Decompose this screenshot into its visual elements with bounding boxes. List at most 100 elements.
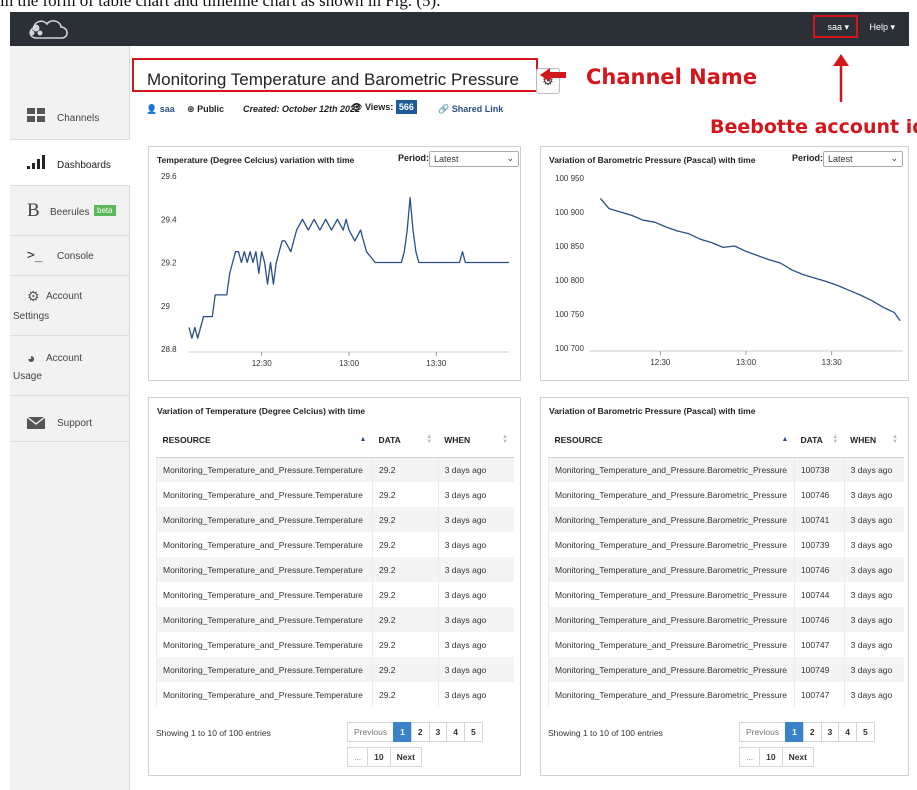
table-row: Monitoring_Temperature_and_Pressure.Temp… xyxy=(156,482,514,507)
data-cell: 100741 xyxy=(793,507,845,532)
pager-next[interactable]: Next xyxy=(389,747,422,767)
sidebar-item-label: Beerules xyxy=(50,207,90,218)
link-icon: 🔗 xyxy=(438,104,450,114)
sidebar-item-account-usage[interactable]: ◕ Account Usage xyxy=(10,336,130,396)
pager-page[interactable]: 1 xyxy=(393,722,412,742)
when-cell: 3 days ago xyxy=(437,632,514,657)
table-row: Monitoring_Temperature_and_Pressure.Temp… xyxy=(156,682,514,707)
when-cell: 3 days ago xyxy=(437,532,514,557)
sidebar-item-account-settings[interactable]: ⚙ Account Settings xyxy=(10,276,130,336)
column-data[interactable]: DATA ▲ ▼ xyxy=(794,423,845,458)
channel-views: 👁 Views: 566 xyxy=(351,100,417,114)
column-data[interactable]: DATA ▲ ▼ xyxy=(372,423,439,458)
pager-page[interactable]: 1 xyxy=(785,722,804,742)
pager-page[interactable]: 5 xyxy=(856,722,875,742)
data-cell: 100739 xyxy=(793,532,845,557)
table-title: Variation of Temperature (Degree Celcius… xyxy=(157,406,366,416)
table-row: Monitoring_Temperature_and_Pressure.Baro… xyxy=(548,557,904,582)
resource-cell: Monitoring_Temperature_and_Pressure.Baro… xyxy=(548,482,795,507)
gears-icon: ⚙ xyxy=(27,288,40,304)
sidebar-item-dashboards[interactable]: Dashboards xyxy=(10,140,130,186)
temperature-data-table: RESOURCE ▲ DATA ▲ ▼ WHEN ▲ ▼ Monitoring_Tempe… xyxy=(156,423,514,707)
envelope-icon xyxy=(27,417,45,429)
pager-page[interactable]: 2 xyxy=(802,722,822,742)
sidebar-item-beerules[interactable]: B Beerules beta xyxy=(10,186,130,236)
data-cell: 29.2 xyxy=(371,632,439,657)
pager-page[interactable]: 3 xyxy=(820,722,840,742)
column-resource[interactable]: RESOURCE ▲ xyxy=(156,423,373,458)
when-cell: 3 days ago xyxy=(437,607,514,632)
table-row: Monitoring_Temperature_and_Pressure.Baro… xyxy=(548,582,904,607)
column-when[interactable]: WHEN ▲ ▼ xyxy=(438,423,514,458)
gauge-icon: ◕ xyxy=(27,350,36,366)
when-cell: 3 days ago xyxy=(437,482,514,507)
pager-previous[interactable]: Previous xyxy=(347,722,395,742)
when-cell: 3 days ago xyxy=(843,632,904,657)
when-cell: 3 days ago xyxy=(437,457,514,482)
column-when[interactable]: WHEN ▲ ▼ xyxy=(844,423,904,458)
pager-page[interactable]: 4 xyxy=(446,722,466,742)
data-cell: 29.2 xyxy=(371,682,439,707)
pager-next[interactable]: Next xyxy=(781,747,814,767)
pager-page[interactable]: 4 xyxy=(838,722,858,742)
when-cell: 3 days ago xyxy=(843,682,904,707)
views-label: Views: xyxy=(364,102,394,112)
pager-page[interactable]: 10 xyxy=(367,747,391,767)
sort-asc-icon: ▲ xyxy=(781,436,789,443)
sidebar-item-console[interactable]: >_ Console xyxy=(10,236,130,276)
sidebar-item-channels[interactable]: Channels xyxy=(10,90,130,140)
table-row: Monitoring_Temperature_and_Pressure.Baro… xyxy=(548,632,904,657)
pagination-row2: ... 10 Next xyxy=(347,747,422,767)
column-resource[interactable]: RESOURCE ▲ xyxy=(548,423,795,458)
resource-cell: Monitoring_Temperature_and_Pressure.Baro… xyxy=(548,532,795,557)
account-id-annotation: Beebotte account id xyxy=(710,116,917,138)
table-row: Monitoring_Temperature_and_Pressure.Temp… xyxy=(156,607,514,632)
y-tick-label: 29.4 xyxy=(161,215,177,224)
pager-page[interactable]: 3 xyxy=(428,722,448,742)
left-arrow-icon xyxy=(540,68,566,82)
data-cell: 29.2 xyxy=(371,607,439,632)
visibility-label: Public xyxy=(197,104,225,114)
beta-badge: beta xyxy=(94,205,116,216)
when-cell: 3 days ago xyxy=(843,507,904,532)
resource-cell: Monitoring_Temperature_and_Pressure.Baro… xyxy=(548,507,795,532)
y-tick-label: 100 950 xyxy=(555,174,584,183)
pager-page[interactable]: 2 xyxy=(410,722,430,742)
pager-page[interactable]: 10 xyxy=(759,747,783,767)
table-row: Monitoring_Temperature_and_Pressure.Baro… xyxy=(548,482,904,507)
table-row: Monitoring_Temperature_and_Pressure.Temp… xyxy=(156,657,514,682)
table-row: Monitoring_Temperature_and_Pressure.Baro… xyxy=(548,607,904,632)
table-row: Monitoring_Temperature_and_Pressure.Baro… xyxy=(548,657,904,682)
channel-name-annotation: Channel Name xyxy=(586,65,758,89)
help-menu[interactable]: Help ▾ xyxy=(865,18,899,37)
table-row: Monitoring_Temperature_and_Pressure.Temp… xyxy=(156,507,514,532)
owner-name[interactable]: saa xyxy=(160,104,175,114)
table-row: Monitoring_Temperature_and_Pressure.Temp… xyxy=(156,632,514,657)
pressure-data-table: RESOURCE ▲ DATA ▲ ▼ WHEN ▲ ▼ Monitoring_Tempe… xyxy=(548,423,904,707)
account-id-highlight xyxy=(813,15,858,38)
table-row: Monitoring_Temperature_and_Pressure.Temp… xyxy=(156,557,514,582)
table-row: Monitoring_Temperature_and_Pressure.Temp… xyxy=(156,457,514,482)
data-cell: 100747 xyxy=(793,632,845,657)
pressure-chart-panel: Variation of Barometric Pressure (Pascal… xyxy=(540,146,909,381)
pager-previous[interactable]: Previous xyxy=(739,722,787,742)
resource-cell: Monitoring_Temperature_and_Pressure.Temp… xyxy=(156,632,373,657)
resource-cell: Monitoring_Temperature_and_Pressure.Temp… xyxy=(156,532,373,557)
pager-page[interactable]: 5 xyxy=(464,722,483,742)
sidebar-item-support[interactable]: Support xyxy=(10,396,130,442)
resource-cell: Monitoring_Temperature_and_Pressure.Temp… xyxy=(156,582,373,607)
x-tick-label: 13:30 xyxy=(822,358,843,367)
resource-cell: Monitoring_Temperature_and_Pressure.Baro… xyxy=(548,682,795,707)
cloud-logo-icon[interactable] xyxy=(23,16,83,42)
when-cell: 3 days ago xyxy=(843,557,904,582)
x-tick-label: 12:30 xyxy=(650,358,671,367)
y-tick-label: 29.6 xyxy=(161,172,177,181)
y-tick-label: 29 xyxy=(161,302,170,311)
resource-cell: Monitoring_Temperature_and_Pressure.Temp… xyxy=(156,457,373,482)
data-cell: 29.2 xyxy=(371,557,439,582)
data-cell: 29.2 xyxy=(371,482,439,507)
entries-info: Showing 1 to 10 of 100 entries xyxy=(156,728,271,738)
shared-link[interactable]: 🔗 Shared Link xyxy=(438,104,503,115)
y-tick-label: 29.2 xyxy=(161,259,177,268)
resource-cell: Monitoring_Temperature_and_Pressure.Temp… xyxy=(156,607,373,632)
